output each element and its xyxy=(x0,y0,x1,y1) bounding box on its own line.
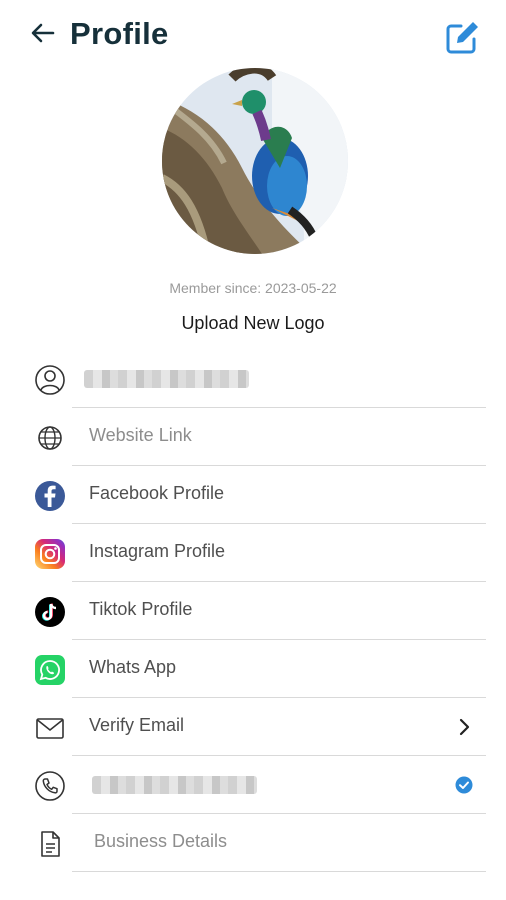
avatar-image xyxy=(162,68,348,254)
check-circle-icon xyxy=(455,776,473,794)
redacted-name xyxy=(84,370,249,388)
user-circle-icon xyxy=(35,365,65,395)
avatar[interactable] xyxy=(162,68,348,254)
list-item-facebook[interactable]: Facebook Profile xyxy=(0,466,506,524)
list-item-tiktok[interactable]: Tiktok Profile xyxy=(0,582,506,640)
mail-icon xyxy=(36,718,64,739)
tiktok-icon xyxy=(35,597,65,627)
list-item-instagram[interactable]: Instagram Profile xyxy=(0,524,506,582)
website-link-label: Website Link xyxy=(89,425,192,445)
page-title: Profile xyxy=(70,16,169,51)
back-arrow-icon[interactable] xyxy=(28,18,58,48)
divider xyxy=(72,871,486,872)
list-item-email[interactable]: Verify Email xyxy=(0,698,506,756)
facebook-icon xyxy=(35,481,65,511)
list-item-phone[interactable] xyxy=(0,756,506,814)
instagram-icon xyxy=(35,539,65,569)
instagram-profile-label: Instagram Profile xyxy=(89,541,226,561)
edit-icon[interactable] xyxy=(442,18,482,58)
list-item-business[interactable]: Business Details xyxy=(0,814,506,872)
globe-icon xyxy=(38,426,62,450)
whatsapp-label: Whats App xyxy=(89,657,177,677)
list-item-website[interactable]: Website Link xyxy=(0,408,506,466)
tiktok-profile-label: Tiktok Profile xyxy=(89,599,193,619)
facebook-profile-label: Facebook Profile xyxy=(89,483,225,503)
verify-email-label: Verify Email xyxy=(89,715,185,735)
phone-icon xyxy=(35,771,65,801)
member-since-text: Member since: 2023-05-22 xyxy=(169,280,337,296)
whatsapp-icon xyxy=(35,655,65,685)
business-details-label: Business Details xyxy=(94,831,228,851)
chevron-right-icon[interactable] xyxy=(452,715,476,739)
profile-links-list: Website Link Facebook Profile Instagram … xyxy=(0,350,506,872)
redacted-phone xyxy=(92,776,257,794)
upload-logo-link[interactable]: Upload New Logo xyxy=(0,313,506,334)
list-item-name[interactable] xyxy=(0,350,506,408)
list-item-whatsapp[interactable]: Whats App xyxy=(0,640,506,698)
document-icon xyxy=(41,831,60,857)
